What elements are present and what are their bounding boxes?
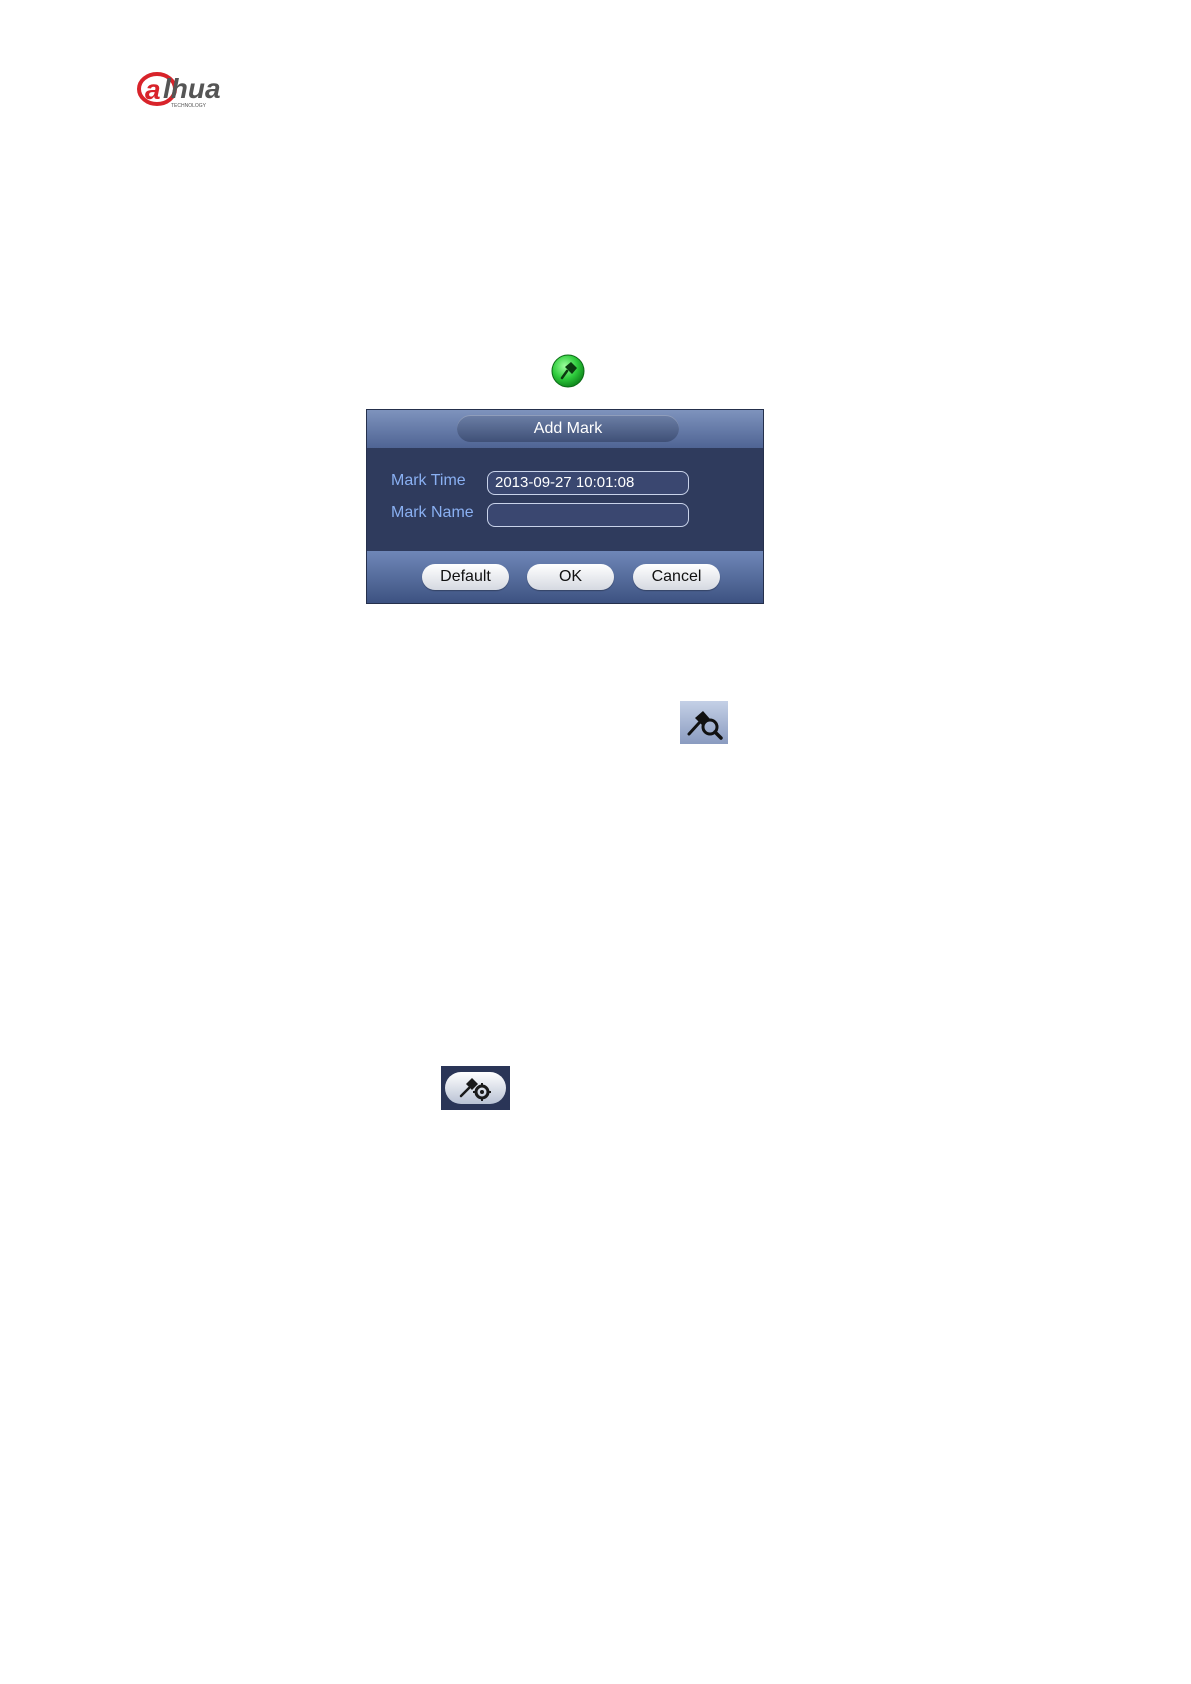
svg-text:lhua: lhua xyxy=(163,73,221,104)
dialog-titlebar: Add Mark xyxy=(367,410,763,448)
dahua-logo: a lhua TECHNOLOGY xyxy=(135,68,255,110)
mark-name-field[interactable] xyxy=(487,503,689,527)
green-pin-icon[interactable] xyxy=(550,353,586,389)
mark-time-label: Mark Time xyxy=(391,472,466,489)
add-mark-dialog: Add Mark Mark Time 2013-09-27 10:01:08 M… xyxy=(366,409,764,604)
cancel-button[interactable]: Cancel xyxy=(633,564,720,590)
mark-time-field[interactable]: 2013-09-27 10:01:08 xyxy=(487,471,689,495)
mark-name-label: Mark Name xyxy=(391,504,474,521)
svg-text:a: a xyxy=(145,74,161,105)
dialog-footer: Default OK Cancel xyxy=(367,551,763,603)
pin-search-icon[interactable] xyxy=(680,701,728,744)
default-button[interactable]: Default xyxy=(422,564,509,590)
dialog-title: Add Mark xyxy=(457,415,679,442)
svg-text:TECHNOLOGY: TECHNOLOGY xyxy=(171,103,207,109)
pin-gear-icon[interactable] xyxy=(441,1066,510,1110)
ok-button[interactable]: OK xyxy=(527,564,614,590)
